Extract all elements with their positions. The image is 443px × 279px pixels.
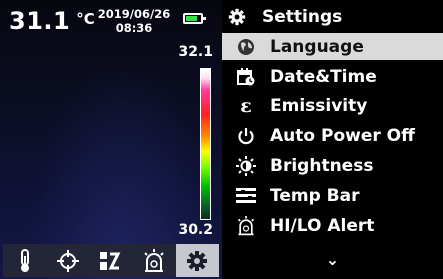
temperature-unit: °C [76, 10, 95, 28]
color-scale-bar [200, 68, 211, 220]
menu-item-language[interactable]: Language [222, 33, 443, 60]
scale-min: 30.2 [178, 222, 213, 238]
alarm-icon [235, 215, 257, 236]
menu-item-label: Language [270, 36, 364, 57]
scale-max: 32.1 [178, 44, 213, 60]
crosshair-button[interactable] [46, 244, 89, 277]
menu-title: Settings [262, 6, 343, 27]
menu-item-auto-power-off[interactable]: Auto Power Off [222, 122, 443, 149]
brightness-icon [235, 155, 257, 176]
menu-header: Settings [222, 3, 443, 30]
temperature-value: 31.1 [9, 7, 71, 35]
menu-item-emissivity[interactable]: ε Emissivity [222, 92, 443, 119]
alarm-icon [142, 248, 166, 273]
gear-icon [186, 250, 208, 272]
menu-item-label: Temp Bar [270, 185, 360, 206]
menu-item-label: Brightness [270, 155, 374, 176]
thermometer-button[interactable] [3, 244, 46, 277]
menu-item-label: Emissivity [270, 95, 368, 116]
chevron-down-icon[interactable]: ⌄ [222, 250, 443, 269]
menu-item-label: Date&Time [270, 66, 377, 87]
menu-item-hi-lo-alert[interactable]: HI/LO Alert [222, 212, 443, 239]
time-text: 08:36 [115, 21, 153, 35]
palette-button[interactable] [89, 244, 132, 277]
battery-level [186, 16, 197, 21]
battery-icon [183, 13, 206, 24]
date-text: 2019/06/26 [97, 7, 171, 21]
menu-item-brightness[interactable]: Brightness [222, 152, 443, 179]
center-temperature: 31.1 °C [9, 7, 95, 35]
temp-bar-icon [235, 187, 257, 205]
thermometer-icon [18, 248, 32, 273]
thermal-view: 31.1 °C 2019/06/26 08:36 32.1 30.2 [0, 0, 222, 279]
globe-icon [235, 38, 257, 56]
datetime: 2019/06/26 08:36 [97, 7, 171, 35]
palette-icon [99, 251, 123, 271]
calendar-clock-icon [235, 67, 257, 86]
menu-item-datetime[interactable]: Date&Time [222, 63, 443, 90]
settings-button[interactable] [175, 244, 220, 277]
bottom-toolbar [3, 244, 220, 277]
gear-icon [226, 8, 248, 26]
menu-item-temp-bar[interactable]: Temp Bar [222, 182, 443, 209]
epsilon-icon: ε [240, 94, 252, 117]
settings-menu: Settings Language Date&Time ε Emissivity… [222, 0, 443, 279]
menu-item-label: Auto Power Off [270, 125, 415, 146]
alarm-button[interactable] [133, 244, 176, 277]
crosshair-icon [56, 249, 79, 272]
menu-item-label: HI/LO Alert [270, 215, 375, 236]
power-icon [235, 127, 257, 145]
